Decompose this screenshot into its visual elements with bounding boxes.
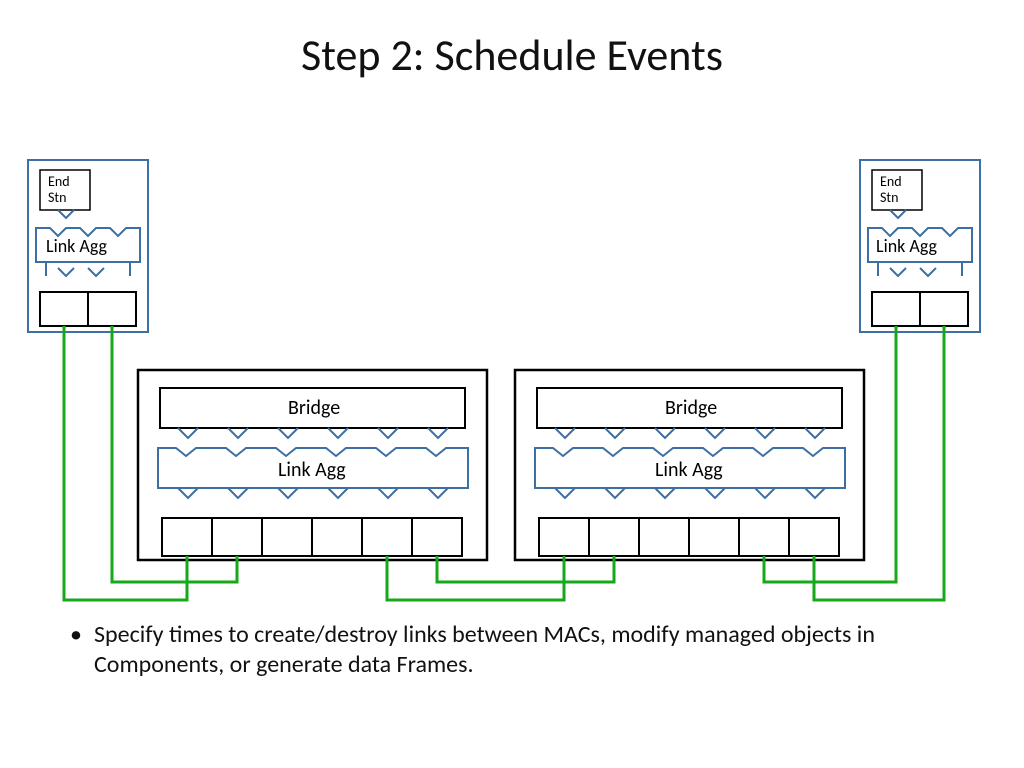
link-agg-right-label: Link Agg [876, 235, 937, 257]
link-agg-bridge-right-label: Link Agg [655, 458, 723, 482]
bullet-list: • Specify times to create/destroy links … [70, 620, 970, 680]
link-agg-bridge-left-label: Link Agg [278, 458, 346, 482]
end-stn-label2-r: Stn [880, 189, 898, 206]
link-agg-left-label: Link Agg [46, 235, 107, 257]
bullet-dot: • [70, 620, 94, 680]
bridge-right-label: Bridge [665, 396, 717, 420]
bridge-left: Bridge Link Agg [138, 370, 487, 560]
bridge-right: Bridge Link Agg [515, 370, 864, 560]
end-stn-label-r: End [880, 173, 902, 190]
end-station-left: End Stn Link Agg [28, 160, 148, 332]
bridge-left-label: Bridge [288, 396, 340, 420]
end-stn-label2: Stn [48, 189, 66, 206]
bullet-text: Specify times to create/destroy links be… [94, 620, 970, 680]
end-station-right: End Stn Link Agg [860, 160, 980, 332]
end-stn-label: End [48, 173, 70, 190]
